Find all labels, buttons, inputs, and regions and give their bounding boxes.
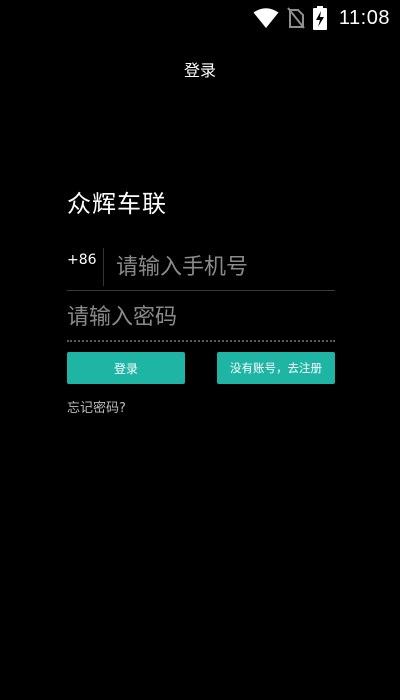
no-sim-icon: [287, 7, 305, 29]
brand-title: 众辉车联: [67, 190, 167, 218]
login-button[interactable]: 登录: [67, 352, 185, 384]
country-code-selector[interactable]: +86: [67, 252, 97, 268]
page-title: 登录: [183, 61, 216, 80]
forgot-password-link[interactable]: 忘记密码?: [67, 397, 126, 416]
status-bar: 11:08: [0, 0, 400, 36]
phone-field-row: +86: [67, 245, 335, 291]
wifi-icon: [253, 7, 279, 29]
status-time: 11:08: [338, 6, 390, 29]
phone-field-divider: [103, 248, 104, 286]
password-field-row: [67, 296, 335, 342]
password-input[interactable]: [67, 301, 335, 333]
battery-charging-icon: [312, 6, 327, 30]
title-bar: 登录: [0, 54, 400, 88]
register-button[interactable]: 没有账号，去注册: [217, 352, 335, 384]
status-icons: 11:08: [253, 4, 390, 32]
phone-input[interactable]: [116, 251, 331, 283]
